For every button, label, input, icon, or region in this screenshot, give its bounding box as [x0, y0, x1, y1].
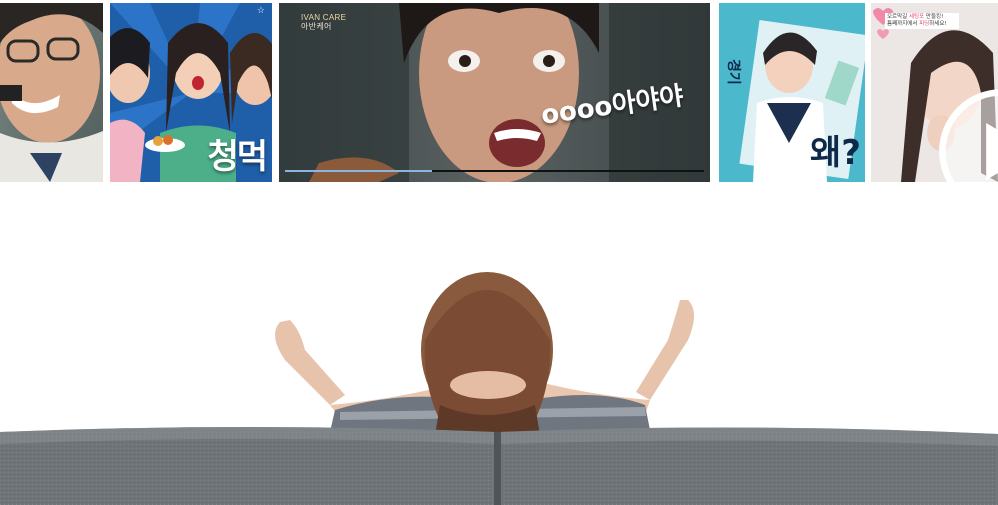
video-thumbnail-strip: ☆ 청먹 IVAN CARE 아반케어 oooo아야야 경기 왜? 오르막길 세…	[0, 0, 998, 183]
thumbnail-1-image	[0, 3, 103, 182]
thumbnail-2-title: 청먹	[207, 137, 268, 177]
thumbnail-5-note: 오르막길 세팅포 만들킹! 틈째까지에서 피딩하세요!	[885, 13, 959, 29]
hero-relaxing-on-sofa-image	[0, 200, 998, 505]
play-icon[interactable]	[938, 62, 998, 182]
video-thumbnail-5[interactable]: 오르막길 세팅포 만들킹! 틈째까지에서 피딩하세요!	[871, 3, 998, 182]
note-line2-highlight: 피딩	[919, 21, 930, 27]
note-line1-highlight: 세팅포	[909, 14, 925, 20]
svg-text:경기: 경기	[725, 59, 742, 85]
video-thumbnail-1[interactable]	[0, 3, 103, 182]
thumbnail-4-title: 왜?	[809, 133, 861, 173]
note-line1-start: 오르막길	[887, 14, 909, 20]
svg-text:☆: ☆	[257, 6, 265, 16]
player-logo-text: IVAN CARE	[301, 13, 347, 22]
video-thumbnail-2[interactable]: ☆ 청먹	[110, 3, 272, 182]
player-logo-subtext: 아반케어	[301, 22, 332, 31]
hero-illustration	[0, 200, 998, 505]
note-line1-end: 만들킹!	[924, 14, 944, 20]
note-line2-start: 틈째까지에서	[887, 21, 920, 27]
video-progress-fill	[285, 170, 432, 172]
player-channel-logo: IVAN CARE 아반케어	[301, 13, 346, 31]
video-progress-bar[interactable]	[285, 170, 704, 172]
note-line2-end: 하세요!	[929, 21, 947, 27]
video-thumbnail-4[interactable]: 경기 왜?	[719, 3, 865, 182]
video-player[interactable]: IVAN CARE 아반케어 oooo아야야	[279, 3, 710, 182]
